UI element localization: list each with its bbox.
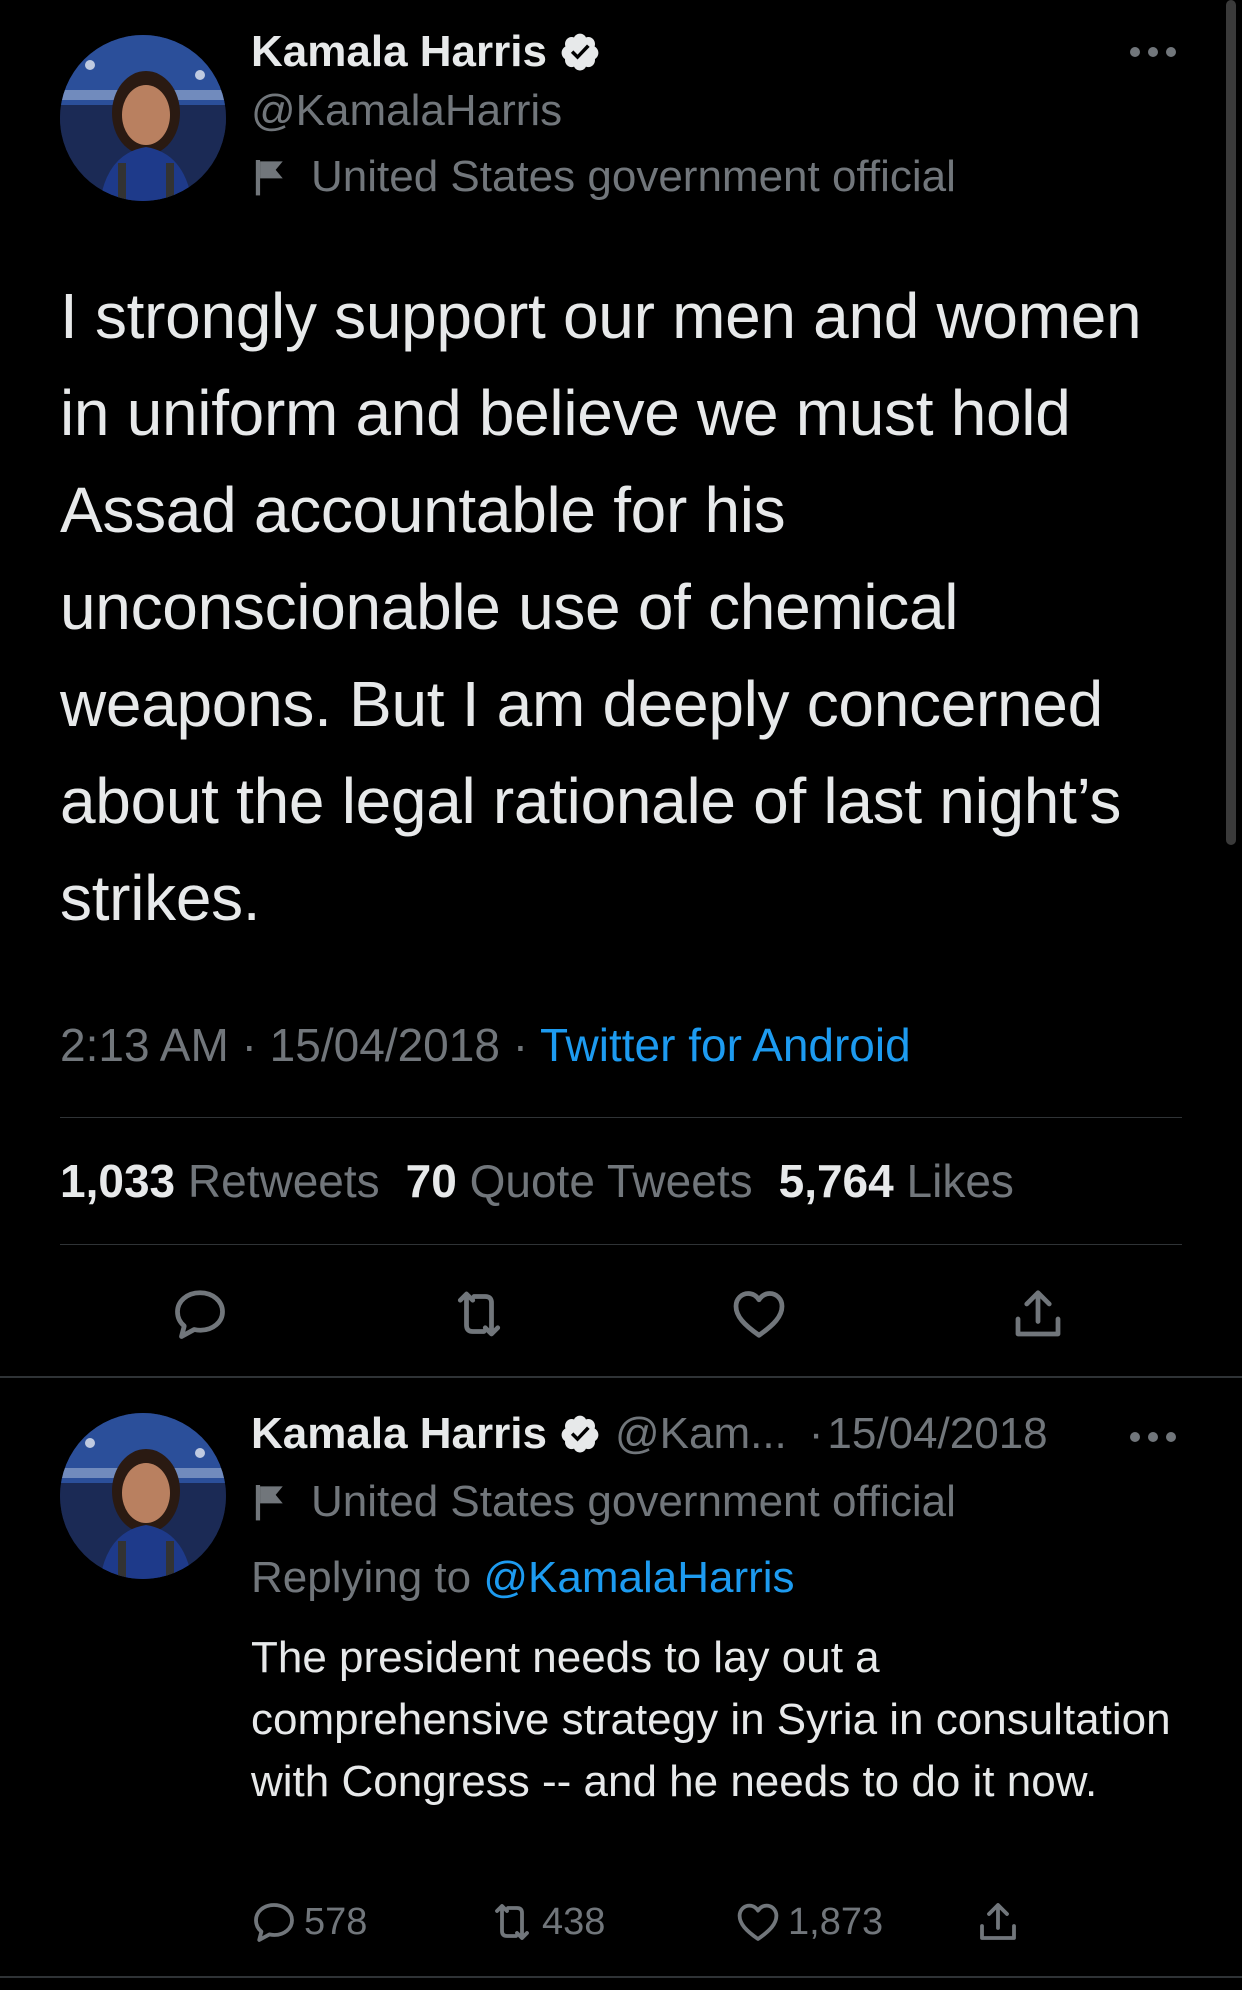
replying-prefix: Replying to	[251, 1553, 472, 1602]
main-tweet: Kamala Harris @KamalaHarris United State…	[0, 0, 1242, 1376]
government-label-text: United States government official	[311, 152, 956, 201]
like-icon[interactable]	[729, 1284, 789, 1344]
tweet-date[interactable]: 15/04/2018	[270, 1019, 500, 1071]
author-name-row: Kamala Harris	[251, 24, 601, 80]
reply-count: 578	[304, 1900, 368, 1943]
share-button[interactable]	[974, 1898, 1028, 1946]
flag-icon	[255, 160, 283, 196]
tweet-text: I strongly support our men and women in …	[60, 280, 1142, 934]
quote-tweets-stat[interactable]: 70 Quote Tweets	[406, 1155, 753, 1207]
likes-stat[interactable]: 5,764 Likes	[779, 1155, 1014, 1207]
verified-badge-icon	[561, 1415, 599, 1453]
avatar[interactable]	[60, 35, 226, 201]
tweet-stats: 1,033 Retweets 70 Quote Tweets 5,764 Likes	[60, 1154, 1014, 1208]
like-count: 1,873	[788, 1900, 884, 1943]
tweet-thread-screen: Kamala Harris @KamalaHarris United State…	[0, 0, 1242, 1990]
verified-badge-icon	[561, 33, 599, 71]
author-name[interactable]: Kamala Harris	[251, 27, 547, 77]
tweet-date[interactable]: 15/04/2018	[827, 1409, 1047, 1459]
thread-divider	[0, 1976, 1242, 1978]
government-label[interactable]: United States government official	[253, 1477, 956, 1527]
replying-to-mention[interactable]: @KamalaHarris	[483, 1553, 794, 1602]
government-label[interactable]: United States government official	[253, 152, 956, 202]
retweet-count: 438	[542, 1900, 606, 1943]
reply-icon[interactable]	[170, 1284, 230, 1344]
author-handle[interactable]: @KamalaHarris	[251, 86, 562, 136]
like-icon	[737, 1903, 779, 1941]
meta-separator: ·	[512, 1019, 529, 1071]
retweet-icon[interactable]	[449, 1284, 509, 1344]
thread-divider	[0, 1376, 1242, 1378]
reply-tweet-text: The president needs to lay out a compreh…	[251, 1633, 1171, 1806]
meta-separator: ·	[241, 1019, 257, 1071]
government-label-text: United States government official	[311, 1477, 956, 1526]
reply-icon	[254, 1903, 294, 1942]
retweet-button[interactable]: 438	[488, 1898, 605, 1946]
author-handle[interactable]: @Kam...	[615, 1409, 787, 1459]
like-button[interactable]: 1,873	[734, 1898, 883, 1946]
tweet-source-link[interactable]: Twitter for Android	[540, 1019, 911, 1071]
retweet-icon	[495, 1904, 529, 1940]
meta-separator: ·	[808, 1409, 824, 1458]
replying-to: Replying to @KamalaHarris	[251, 1553, 795, 1603]
more-options-icon[interactable]	[1128, 1430, 1178, 1444]
share-icon[interactable]	[1008, 1284, 1068, 1344]
tweet-time[interactable]: 2:13 AM	[60, 1019, 229, 1071]
more-options-icon[interactable]	[1128, 45, 1178, 59]
divider	[60, 1117, 1182, 1118]
avatar[interactable]	[60, 1413, 226, 1579]
retweets-stat[interactable]: 1,033 Retweets	[60, 1155, 380, 1207]
share-icon	[980, 1903, 1016, 1940]
reply-button[interactable]: 578	[250, 1898, 367, 1946]
tweet-meta: 2:13 AM · 15/04/2018 · Twitter for Andro…	[60, 1018, 911, 1072]
reply-author-row: Kamala Harris @Kam... · 15/04/2018	[251, 1406, 1048, 1462]
divider	[60, 1244, 1182, 1245]
flag-icon	[255, 1485, 283, 1521]
author-name[interactable]: Kamala Harris	[251, 1409, 547, 1459]
